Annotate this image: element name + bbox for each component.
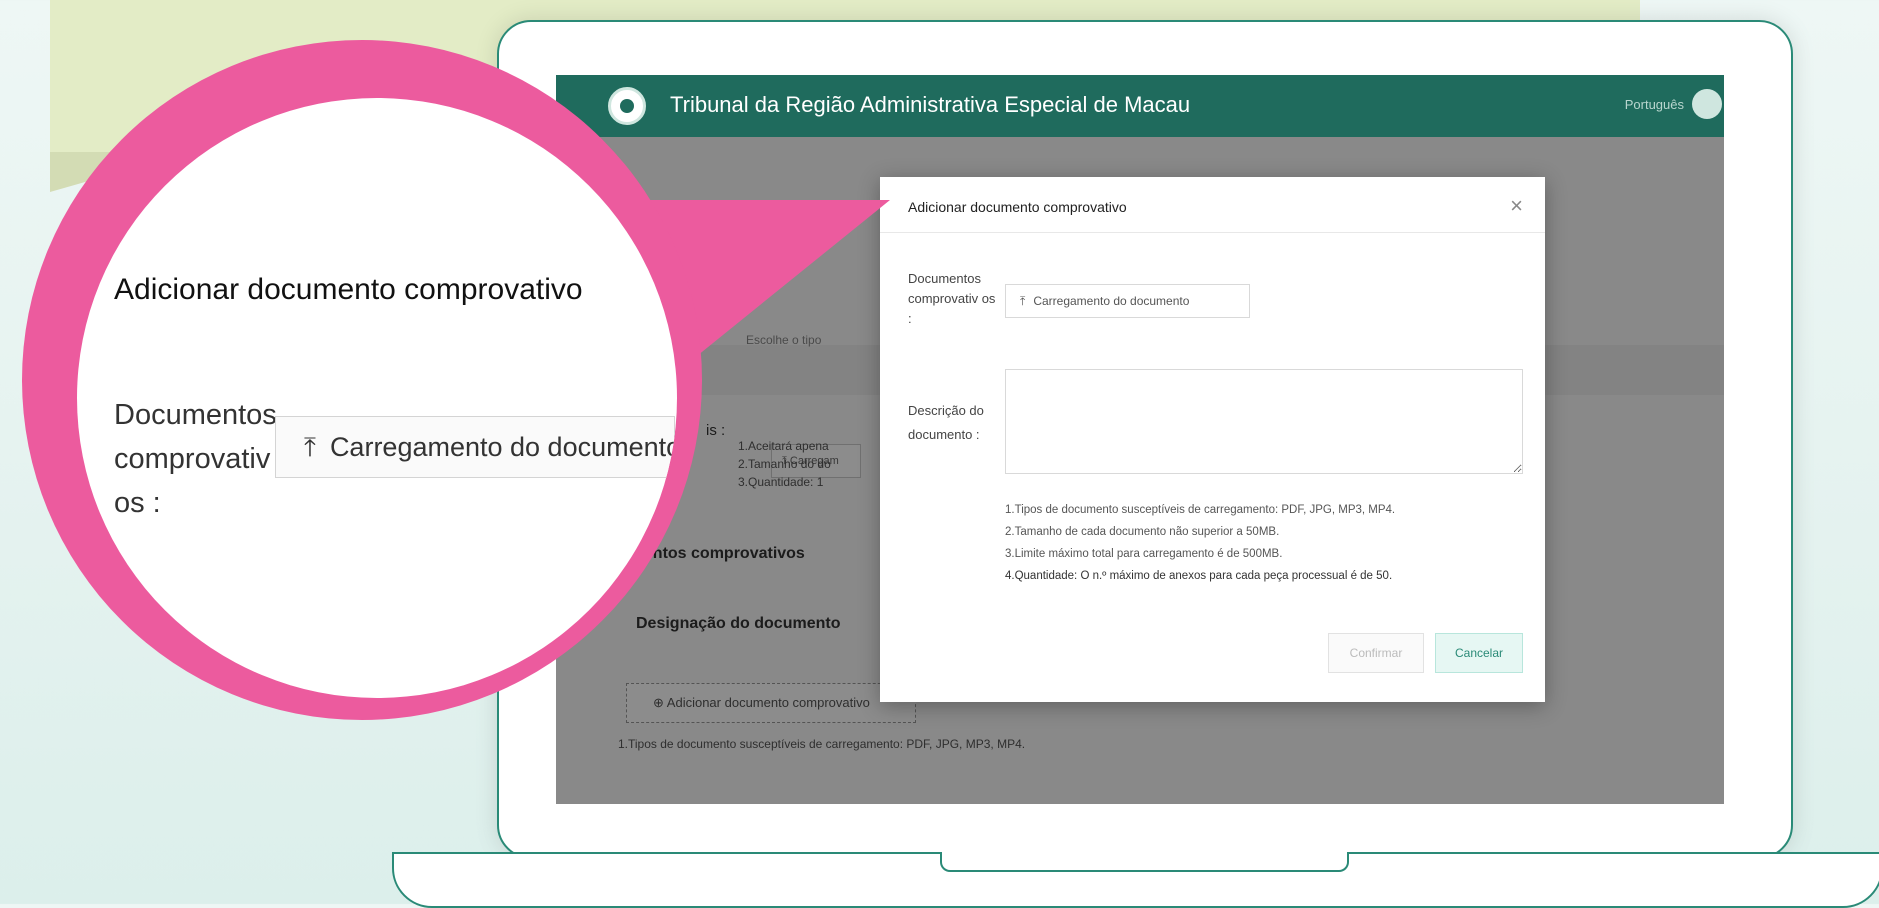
documents-field-label: Documentos comprovativ os : (908, 271, 996, 326)
language-selector[interactable]: Português (1625, 97, 1684, 112)
modal-divider (880, 232, 1545, 233)
magnified-title: Adicionar documento comprovativo (114, 273, 583, 306)
magnified-field-label: Documentos comprovativ os : (114, 393, 277, 525)
close-icon[interactable]: × (1510, 193, 1523, 219)
magnified-label-line-1: Documentos (114, 399, 277, 431)
magnified-label-line-2: comprovativ (114, 443, 271, 475)
confirm-button[interactable]: Confirmar (1328, 633, 1424, 673)
add-document-modal: Adicionar documento comprovativo × Docum… (880, 177, 1545, 702)
description-textarea[interactable] (1005, 369, 1523, 474)
magnified-upload-button: ⤒ Carregamento do documento (275, 416, 677, 478)
magnified-upload-label: Carregamento do documento (329, 432, 677, 462)
note-1: 1.Tipos de documento susceptíveis de car… (1005, 504, 1396, 516)
upload-button-label: Carregamento do documento (1033, 294, 1190, 308)
note-2: 2.Tamanho de cada documento não superior… (1005, 526, 1280, 538)
magnifier-circle: Adicionar documento comprovativo Documen… (22, 40, 702, 720)
magnified-label-line-3: os : (114, 487, 161, 519)
app-title: Tribunal da Região Administrativa Especi… (670, 92, 1191, 117)
upload-icon: ⤒ (304, 432, 316, 462)
macau-emblem-icon (608, 87, 646, 125)
laptop-notch (940, 852, 1349, 872)
magnifier-content: Adicionar documento comprovativo Documen… (77, 98, 677, 698)
user-icon[interactable] (1692, 89, 1722, 119)
cancel-button[interactable]: Cancelar (1435, 633, 1523, 673)
note-4: 4.Quantidade: O n.º máximo de anexos par… (1005, 570, 1393, 582)
modal-title: Adicionar documento comprovativo (908, 199, 1127, 215)
description-field-label: Descrição do documento : (908, 403, 984, 442)
app-header: Tribunal da Região Administrativa Especi… (556, 75, 1724, 137)
upload-notes: 1.Tipos de documento susceptíveis de car… (1005, 499, 1395, 587)
upload-document-button[interactable]: ⤒ Carregamento do documento (1005, 284, 1250, 318)
note-3: 3.Limite máximo total para carregamento … (1005, 548, 1283, 560)
upload-icon: ⤒ (1020, 294, 1026, 308)
